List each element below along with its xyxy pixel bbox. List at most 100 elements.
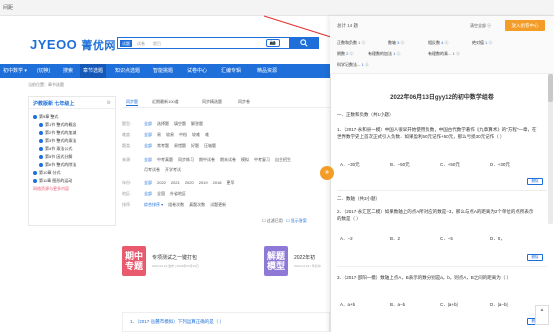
type-chip[interactable]: 数轴 3 ⓪ bbox=[388, 40, 404, 46]
filter-option[interactable]: 难 bbox=[205, 132, 209, 137]
type-chip[interactable]: 正数和负数 1 ⓪ bbox=[337, 40, 365, 46]
type-chip[interactable]: 有理数的加法 1 ⓪ bbox=[368, 51, 400, 57]
type-chip[interactable]: 有理数的乘... 1 ⓪ bbox=[428, 51, 460, 57]
filter-option[interactable]: 全部 bbox=[144, 191, 152, 196]
sort-dropdown[interactable]: 综合排序 ▾ bbox=[144, 202, 163, 207]
filter-option[interactable]: 全部 bbox=[144, 157, 152, 162]
filter-option[interactable]: 解答题 bbox=[191, 121, 203, 126]
show-answer-checkbox[interactable]: ☐ 显示答案 bbox=[286, 218, 307, 223]
collapse-panel-button[interactable]: » bbox=[320, 166, 334, 180]
tab-selected[interactable]: 同步精选题 bbox=[202, 99, 222, 105]
filter-option[interactable]: 外省地区 bbox=[170, 191, 186, 196]
close-icon[interactable]: ⓪ bbox=[349, 51, 353, 56]
filter-option[interactable]: 2021 bbox=[171, 180, 180, 185]
sidebar-textbook[interactable]: 沪教版新 七年级上 bbox=[33, 100, 74, 107]
filter-option[interactable]: 较易 bbox=[166, 132, 174, 137]
close-icon[interactable]: ⓪ bbox=[400, 40, 404, 45]
tab-latest[interactable]: 近期最新100道 bbox=[152, 99, 179, 105]
sidebar-item[interactable]: 第10章 分式 bbox=[33, 169, 61, 177]
question-text[interactable]: 3．（2017·邵阳一模）数轴上点A，B表示的数分别是a，b，则点A，B之间的距… bbox=[337, 274, 537, 281]
search-tab-papers[interactable]: 试卷 bbox=[137, 40, 145, 47]
filter-option[interactable]: 较难 bbox=[192, 132, 200, 137]
sidebar-item[interactable]: 第2节 整式的加减 bbox=[39, 129, 76, 137]
filter-option[interactable]: 2018 bbox=[213, 180, 222, 185]
nav-item-collections[interactable]: 汇编专辑 bbox=[218, 64, 244, 78]
search-tab-questions[interactable]: 试题 bbox=[120, 40, 132, 47]
type-chip[interactable]: 科学记数法... 1 ⓪ bbox=[337, 62, 369, 68]
back-to-top-button[interactable]: ▲ bbox=[535, 305, 549, 325]
tab-sync[interactable]: 同步题 bbox=[126, 99, 138, 106]
question-text[interactable]: 2．（2017·永汇区二模）如果数轴上的点A所对应的数是−3，那么与点A的距离为… bbox=[337, 208, 537, 222]
delete-question-button[interactable]: 删除 bbox=[527, 254, 543, 261]
filter-option[interactable]: 月考试卷 bbox=[144, 167, 160, 172]
delete-question-button[interactable]: 删除 bbox=[527, 178, 543, 185]
search-input[interactable]: 题目 bbox=[153, 40, 161, 47]
sidebar-item[interactable]: 第1节 整式的概念 bbox=[39, 121, 76, 129]
filter-option[interactable]: 全国 bbox=[157, 191, 165, 196]
type-chip[interactable]: 相反数 4 ⓪ bbox=[428, 40, 448, 46]
filter-option[interactable]: 2022 bbox=[157, 180, 166, 185]
sidebar-item[interactable]: 第6节 整式的除法 bbox=[39, 161, 76, 169]
filter-option[interactable]: 全部 bbox=[144, 143, 152, 148]
question-preview[interactable]: 1．（2017·岳麓市模拟）下列运算正确的是（ ） bbox=[130, 319, 224, 325]
nav-subject[interactable]: 初中数学 ▾ bbox=[0, 64, 30, 78]
add-to-paper-center-button[interactable]: 放入组卷中心 bbox=[505, 20, 545, 31]
question-text[interactable]: 1．（2017·永和县一模）中国人很早开始使用负数，中国古代数学著作《九章算术》… bbox=[337, 126, 537, 140]
clear-all-button[interactable]: 清空全部 ⓧ bbox=[470, 23, 491, 29]
filter-option[interactable]: 全部 bbox=[144, 121, 152, 126]
sidebar-link-more[interactable]: 网络资源与更多内容 bbox=[33, 185, 69, 193]
filter-option[interactable]: 期中试卷 bbox=[199, 157, 215, 162]
filter-option[interactable]: 试题更新 bbox=[210, 202, 226, 207]
promo-card-midterm[interactable]: 期中 专题 bbox=[122, 246, 146, 276]
filter-option[interactable]: 易 bbox=[157, 132, 161, 137]
close-icon[interactable]: ⓪ bbox=[488, 40, 492, 45]
filter-option[interactable]: 选择题 bbox=[157, 121, 169, 126]
site-logo[interactable]: JYEOO 菁优网 bbox=[30, 37, 116, 53]
filter-used-checkbox[interactable]: ☐ 过滤已用 bbox=[262, 218, 283, 223]
filter-option[interactable]: 真题次数 bbox=[189, 202, 205, 207]
sidebar-item[interactable]: 第3节 整式的乘法 bbox=[39, 137, 76, 145]
filter-option[interactable]: 中考复习 bbox=[254, 157, 270, 162]
filter-option[interactable]: 更早 bbox=[227, 180, 235, 185]
filter-option[interactable]: 模拟 bbox=[241, 157, 249, 162]
nav-item-chapter[interactable]: 章节选题 bbox=[80, 64, 107, 78]
promo-title[interactable]: 专项测试之一键打包 bbox=[152, 254, 197, 261]
filter-option[interactable]: 中考真题 bbox=[157, 157, 173, 162]
nav-item-search[interactable]: 搜索 bbox=[60, 64, 76, 78]
close-icon[interactable]: ⓪ bbox=[456, 51, 460, 56]
filter-option[interactable]: 同步练习 bbox=[178, 157, 194, 162]
nav-item-premium[interactable]: 精品资源 bbox=[254, 64, 280, 78]
sidebar-item[interactable]: 第4节 乘法公式 bbox=[39, 145, 72, 153]
gear-icon[interactable]: ⚙ bbox=[107, 100, 111, 106]
tab-sync-paper[interactable]: 同步卷 bbox=[238, 99, 250, 105]
promo-card-model[interactable]: 解题 模型 bbox=[264, 246, 288, 276]
nav-item-knowledge[interactable]: 知识点选题 bbox=[112, 64, 143, 78]
close-icon[interactable]: ⓪ bbox=[365, 62, 369, 67]
filter-option[interactable]: 易错题 bbox=[174, 143, 186, 148]
sidebar-item[interactable]: 第9章 整式 bbox=[33, 113, 58, 121]
filter-option[interactable]: 全部 bbox=[144, 132, 152, 137]
nav-item-smart[interactable]: 智能挑题 bbox=[150, 64, 176, 78]
type-chip[interactable]: 绝对值 1 ⓪ bbox=[472, 40, 492, 46]
filter-option[interactable]: 压轴题 bbox=[204, 143, 216, 148]
close-icon[interactable]: ⓪ bbox=[361, 40, 365, 45]
type-chip[interactable]: 倒数 2 ⓪ bbox=[337, 51, 353, 57]
close-icon[interactable]: ⓪ bbox=[396, 51, 400, 56]
filter-option[interactable]: 组卷次数 bbox=[168, 202, 184, 207]
nav-item-papers[interactable]: 试卷中心 bbox=[184, 64, 210, 78]
filter-option[interactable]: 中档 bbox=[179, 132, 187, 137]
sidebar-item[interactable]: 第11章 图形的运动 bbox=[33, 177, 72, 185]
filter-option[interactable]: 2020 bbox=[185, 180, 194, 185]
filter-option[interactable]: 期末试卷 bbox=[220, 157, 236, 162]
filter-option[interactable]: 全部 bbox=[144, 180, 152, 185]
filter-option[interactable]: 2019 bbox=[199, 180, 208, 185]
sidebar-item[interactable]: 第5节 因式分解 bbox=[39, 153, 72, 161]
filter-option[interactable]: 好题 bbox=[191, 143, 199, 148]
filter-option[interactable]: 常考题 bbox=[157, 143, 169, 148]
filter-option[interactable]: 自主招生 bbox=[275, 157, 291, 162]
filter-option[interactable]: 填空题 bbox=[174, 121, 186, 126]
filter-option[interactable]: 开学考试 bbox=[165, 167, 181, 172]
close-icon[interactable]: ⓪ bbox=[444, 40, 448, 45]
nav-grade[interactable]: (切换) bbox=[34, 64, 53, 78]
promo-title[interactable]: 2022年初 bbox=[294, 254, 315, 261]
